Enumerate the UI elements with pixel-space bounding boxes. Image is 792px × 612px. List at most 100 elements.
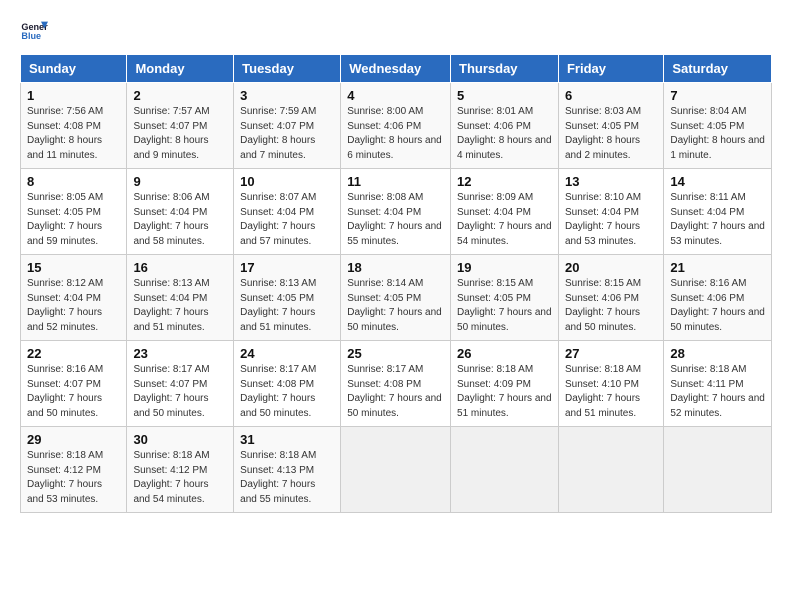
day-info: Sunrise: 8:08 AM Sunset: 4:04 PM Dayligh… [347, 191, 444, 249]
day-info: Sunrise: 8:15 AM Sunset: 4:05 PM Dayligh… [457, 277, 552, 335]
calendar-week-row: 1 Sunrise: 7:56 AM Sunset: 4:08 PM Daylig… [21, 83, 772, 169]
calendar-day-cell: 24 Sunrise: 8:17 AM Sunset: 4:08 PM Dayli… [234, 341, 341, 427]
calendar-day-cell: 12 Sunrise: 8:09 AM Sunset: 4:04 PM Dayli… [451, 169, 559, 255]
day-number: 1 [27, 88, 120, 103]
day-of-week-header: Tuesday [234, 55, 341, 83]
day-of-week-header: Wednesday [341, 55, 451, 83]
day-number: 20 [565, 260, 657, 275]
header: General Blue [20, 16, 772, 44]
day-info: Sunrise: 8:17 AM Sunset: 4:07 PM Dayligh… [133, 363, 227, 421]
day-info: Sunrise: 8:05 AM Sunset: 4:05 PM Dayligh… [27, 191, 120, 249]
day-number: 26 [457, 346, 552, 361]
day-info: Sunrise: 8:18 AM Sunset: 4:13 PM Dayligh… [240, 449, 334, 507]
calendar-day-cell: 19 Sunrise: 8:15 AM Sunset: 4:05 PM Dayli… [451, 255, 559, 341]
day-number: 12 [457, 174, 552, 189]
calendar-day-cell: 17 Sunrise: 8:13 AM Sunset: 4:05 PM Dayli… [234, 255, 341, 341]
day-of-week-header: Saturday [664, 55, 772, 83]
calendar-table: SundayMondayTuesdayWednesdayThursdayFrid… [20, 54, 772, 513]
calendar-day-cell: 21 Sunrise: 8:16 AM Sunset: 4:06 PM Dayli… [664, 255, 772, 341]
calendar-day-cell: 2 Sunrise: 7:57 AM Sunset: 4:07 PM Daylig… [127, 83, 234, 169]
day-number: 14 [670, 174, 765, 189]
day-of-week-header: Friday [558, 55, 663, 83]
day-info: Sunrise: 8:18 AM Sunset: 4:12 PM Dayligh… [27, 449, 120, 507]
calendar-day-cell: 26 Sunrise: 8:18 AM Sunset: 4:09 PM Dayli… [451, 341, 559, 427]
calendar-day-cell: 1 Sunrise: 7:56 AM Sunset: 4:08 PM Daylig… [21, 83, 127, 169]
day-number: 17 [240, 260, 334, 275]
day-info: Sunrise: 8:16 AM Sunset: 4:06 PM Dayligh… [670, 277, 765, 335]
day-number: 24 [240, 346, 334, 361]
day-number: 10 [240, 174, 334, 189]
day-info: Sunrise: 8:16 AM Sunset: 4:07 PM Dayligh… [27, 363, 120, 421]
day-info: Sunrise: 8:18 AM Sunset: 4:09 PM Dayligh… [457, 363, 552, 421]
calendar-day-cell: 11 Sunrise: 8:08 AM Sunset: 4:04 PM Dayli… [341, 169, 451, 255]
day-info: Sunrise: 8:01 AM Sunset: 4:06 PM Dayligh… [457, 105, 552, 163]
logo-icon: General Blue [20, 16, 48, 44]
day-number: 3 [240, 88, 334, 103]
day-info: Sunrise: 8:17 AM Sunset: 4:08 PM Dayligh… [240, 363, 334, 421]
day-info: Sunrise: 8:17 AM Sunset: 4:08 PM Dayligh… [347, 363, 444, 421]
calendar-day-cell: 30 Sunrise: 8:18 AM Sunset: 4:12 PM Dayli… [127, 427, 234, 513]
day-number: 16 [133, 260, 227, 275]
day-number: 8 [27, 174, 120, 189]
day-of-week-header: Sunday [21, 55, 127, 83]
day-info: Sunrise: 8:11 AM Sunset: 4:04 PM Dayligh… [670, 191, 765, 249]
calendar-week-row: 29 Sunrise: 8:18 AM Sunset: 4:12 PM Dayli… [21, 427, 772, 513]
calendar-day-cell: 15Sunrise: 8:12 AM Sunset: 4:04 PM Dayli… [21, 255, 127, 341]
calendar-day-cell: 22 Sunrise: 8:16 AM Sunset: 4:07 PM Dayli… [21, 341, 127, 427]
day-number: 28 [670, 346, 765, 361]
day-number: 11 [347, 174, 444, 189]
day-info: Sunrise: 7:59 AM Sunset: 4:07 PM Dayligh… [240, 105, 334, 163]
day-info: Sunrise: 8:18 AM Sunset: 4:12 PM Dayligh… [133, 449, 227, 507]
day-number: 18 [347, 260, 444, 275]
day-info: Sunrise: 7:56 AM Sunset: 4:08 PM Dayligh… [27, 105, 120, 163]
day-number: 31 [240, 432, 334, 447]
day-info: Sunrise: 8:09 AM Sunset: 4:04 PM Dayligh… [457, 191, 552, 249]
day-info: Sunrise: 7:57 AM Sunset: 4:07 PM Dayligh… [133, 105, 227, 163]
calendar-day-cell: 31 Sunrise: 8:18 AM Sunset: 4:13 PM Dayli… [234, 427, 341, 513]
day-info: Sunrise: 8:07 AM Sunset: 4:04 PM Dayligh… [240, 191, 334, 249]
svg-text:Blue: Blue [21, 31, 41, 41]
day-info: Sunrise: 8:15 AM Sunset: 4:06 PM Dayligh… [565, 277, 657, 335]
day-number: 4 [347, 88, 444, 103]
day-info: Sunrise: 8:10 AM Sunset: 4:04 PM Dayligh… [565, 191, 657, 249]
calendar-header-row: SundayMondayTuesdayWednesdayThursdayFrid… [21, 55, 772, 83]
day-number: 6 [565, 88, 657, 103]
calendar-week-row: 22 Sunrise: 8:16 AM Sunset: 4:07 PM Dayli… [21, 341, 772, 427]
day-info: Sunrise: 8:12 AM Sunset: 4:04 PM Dayligh… [27, 277, 120, 335]
day-number: 19 [457, 260, 552, 275]
calendar-day-cell: 14 Sunrise: 8:11 AM Sunset: 4:04 PM Dayli… [664, 169, 772, 255]
calendar-day-cell: 9 Sunrise: 8:06 AM Sunset: 4:04 PM Daylig… [127, 169, 234, 255]
day-number: 5 [457, 88, 552, 103]
day-of-week-header: Thursday [451, 55, 559, 83]
calendar-day-cell: 4 Sunrise: 8:00 AM Sunset: 4:06 PM Daylig… [341, 83, 451, 169]
day-number: 2 [133, 88, 227, 103]
day-number: 7 [670, 88, 765, 103]
calendar-body: 1 Sunrise: 7:56 AM Sunset: 4:08 PM Daylig… [21, 83, 772, 513]
calendar-day-cell: 5 Sunrise: 8:01 AM Sunset: 4:06 PM Daylig… [451, 83, 559, 169]
calendar-week-row: 8 Sunrise: 8:05 AM Sunset: 4:05 PM Daylig… [21, 169, 772, 255]
calendar-day-cell: 18 Sunrise: 8:14 AM Sunset: 4:05 PM Dayli… [341, 255, 451, 341]
calendar-day-cell: 28Sunrise: 8:18 AM Sunset: 4:11 PM Dayli… [664, 341, 772, 427]
day-number: 22 [27, 346, 120, 361]
calendar-day-cell [558, 427, 663, 513]
day-info: Sunrise: 8:18 AM Sunset: 4:10 PM Dayligh… [565, 363, 657, 421]
calendar-day-cell: 16Sunrise: 8:13 AM Sunset: 4:04 PM Dayli… [127, 255, 234, 341]
calendar-day-cell: 23Sunrise: 8:17 AM Sunset: 4:07 PM Dayli… [127, 341, 234, 427]
day-info: Sunrise: 8:00 AM Sunset: 4:06 PM Dayligh… [347, 105, 444, 163]
calendar-day-cell: 8 Sunrise: 8:05 AM Sunset: 4:05 PM Daylig… [21, 169, 127, 255]
day-of-week-header: Monday [127, 55, 234, 83]
logo: General Blue [20, 16, 48, 44]
day-number: 9 [133, 174, 227, 189]
day-number: 29 [27, 432, 120, 447]
calendar-day-cell: 27Sunrise: 8:18 AM Sunset: 4:10 PM Dayli… [558, 341, 663, 427]
day-info: Sunrise: 8:04 AM Sunset: 4:05 PM Dayligh… [670, 105, 765, 163]
day-info: Sunrise: 8:14 AM Sunset: 4:05 PM Dayligh… [347, 277, 444, 335]
day-info: Sunrise: 8:06 AM Sunset: 4:04 PM Dayligh… [133, 191, 227, 249]
calendar-day-cell: 3 Sunrise: 7:59 AM Sunset: 4:07 PM Daylig… [234, 83, 341, 169]
day-number: 30 [133, 432, 227, 447]
calendar-day-cell [664, 427, 772, 513]
day-info: Sunrise: 8:13 AM Sunset: 4:05 PM Dayligh… [240, 277, 334, 335]
day-info: Sunrise: 8:03 AM Sunset: 4:05 PM Dayligh… [565, 105, 657, 163]
day-number: 21 [670, 260, 765, 275]
calendar-day-cell: 25Sunrise: 8:17 AM Sunset: 4:08 PM Dayli… [341, 341, 451, 427]
